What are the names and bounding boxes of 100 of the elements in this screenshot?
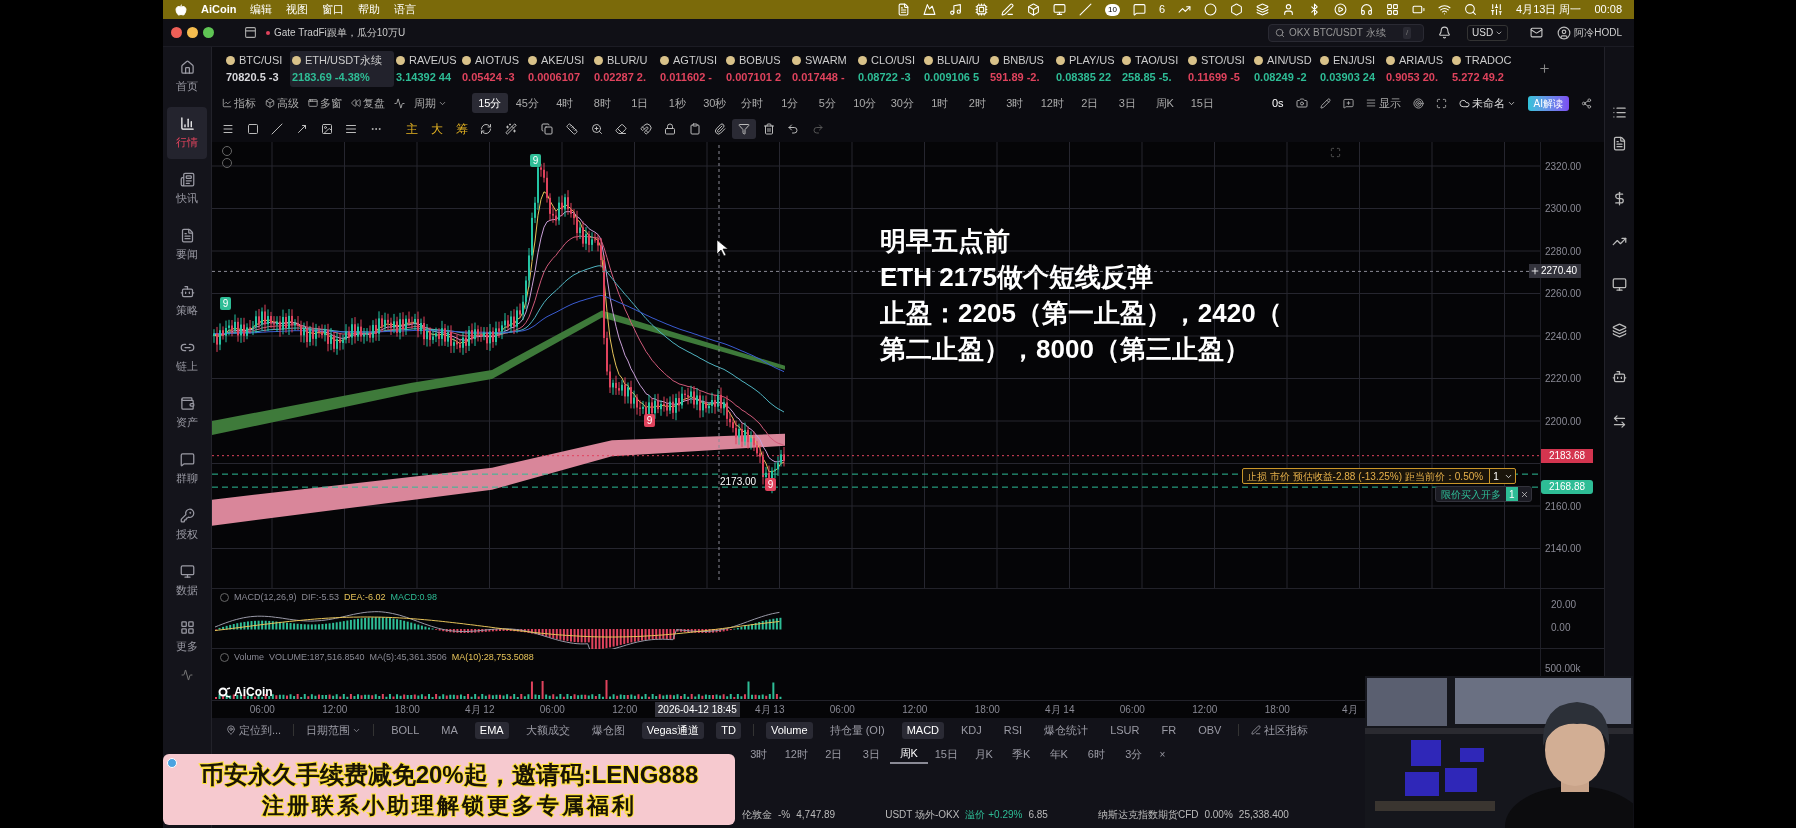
indicator-tab[interactable]: 持仓量 (OI)	[824, 721, 890, 739]
fullscreen-icon[interactable]	[1435, 97, 1447, 109]
play-icon[interactable]	[1334, 3, 1348, 16]
period-tab[interactable]: 年K	[1040, 744, 1078, 764]
close-icon[interactable]	[1519, 489, 1529, 499]
sidebar-item[interactable]: 策略	[167, 275, 207, 327]
person-icon[interactable]	[1282, 3, 1296, 16]
ticker-item[interactable]: AKE/USI 0.0006107	[526, 50, 592, 87]
period-tab[interactable]: 4时	[547, 93, 583, 113]
period-tab[interactable]: 30秒	[697, 93, 733, 113]
rectangle-icon[interactable]	[246, 123, 259, 135]
toolbar-button[interactable]: 指标	[222, 94, 256, 112]
period-tab[interactable]: 3时	[740, 744, 778, 764]
toolbar-button[interactable]: 高级	[265, 94, 299, 112]
period-tab[interactable]: 8时	[584, 93, 620, 113]
ticker-item[interactable]: RAVE/US 3.14392 44	[394, 50, 460, 87]
layers-icon[interactable]	[1256, 3, 1270, 16]
period-tab[interactable]: 6时	[1077, 744, 1115, 764]
copy-icon[interactable]	[541, 123, 554, 135]
ticker-item[interactable]: STO/USI 0.11699 -5	[1186, 50, 1252, 87]
lock-icon[interactable]	[664, 123, 677, 135]
period-tab[interactable]: 3日	[1109, 93, 1145, 113]
avatar-icon[interactable]	[1557, 25, 1572, 40]
maximize-window-button[interactable]	[203, 27, 214, 38]
period-tab[interactable]: 1分	[772, 93, 808, 113]
period-tab[interactable]: 15日	[1184, 93, 1220, 113]
ticker-item[interactable]: BLUR/U 0.02287 2.	[592, 50, 658, 87]
swap-icon[interactable]	[1612, 414, 1627, 429]
period-tab[interactable]: 15日	[927, 744, 965, 764]
document-icon[interactable]	[1612, 136, 1627, 151]
toolbar-button[interactable]: 多窗	[308, 94, 342, 112]
indicator-tab[interactable]: RSI	[998, 721, 1028, 739]
period-tab[interactable]: 3时	[997, 93, 1033, 113]
ticker-item[interactable]: AIOT/US 0.05424 -3	[460, 50, 526, 87]
slash-icon[interactable]	[1079, 3, 1092, 16]
period-tab[interactable]: 2日	[815, 744, 853, 764]
indicator-tab[interactable]: TD	[716, 721, 741, 739]
sidebar-item[interactable]: 授权	[167, 499, 207, 551]
wave-icon[interactable]	[181, 669, 193, 681]
indicator-tab[interactable]: KDJ	[956, 721, 987, 739]
close-button[interactable]: ×	[1152, 746, 1173, 762]
menu-icon[interactable]	[222, 123, 235, 135]
target-icon[interactable]	[1412, 97, 1424, 109]
camera-icon[interactable]	[1295, 97, 1308, 109]
period-tab[interactable]: 12时	[777, 744, 815, 764]
toolbar-button[interactable]: 复盘	[351, 94, 385, 112]
menu-item[interactable]: 视图	[286, 1, 309, 18]
ticker-item[interactable]: ARIA/US 0.9053 20.	[1384, 50, 1450, 87]
ticker-item[interactable]: BLUAI/U 0.009106 5	[922, 50, 988, 87]
user-name[interactable]: 阿冷HODL	[1574, 25, 1622, 40]
period-tab[interactable]: 45分	[509, 93, 545, 113]
currency-dropdown[interactable]: USD	[1467, 24, 1509, 41]
search-icon[interactable]	[1464, 3, 1478, 16]
monitor-icon[interactable]	[1053, 3, 1066, 16]
period-tab[interactable]: 1时	[922, 93, 958, 113]
period-tab[interactable]: 5分	[809, 93, 845, 113]
ticker-item[interactable]: TAO/USI 258.85 -5.	[1120, 50, 1186, 87]
indicator-tab[interactable]: BOLL	[386, 721, 425, 739]
hexagon-icon[interactable]	[1230, 3, 1244, 16]
period-tab[interactable]: 季K	[1002, 744, 1040, 764]
limit-order-bar[interactable]: 限价买入开多 1	[1435, 486, 1532, 502]
sidebar-item[interactable]: 首页	[167, 51, 207, 103]
wand-icon[interactable]	[504, 123, 517, 135]
period-tab[interactable]: 2日	[1072, 93, 1108, 113]
period-tab[interactable]: 周K	[890, 744, 928, 764]
indicator-tab[interactable]: EMA	[474, 721, 509, 739]
list-icon[interactable]	[1612, 105, 1627, 120]
period-dropdown[interactable]: 周期	[414, 94, 447, 112]
chip-icon[interactable]	[975, 3, 988, 16]
image-icon[interactable]	[320, 123, 333, 135]
menu-item[interactable]: 编辑	[250, 1, 273, 18]
headphones-icon[interactable]	[1360, 3, 1374, 16]
undo-icon[interactable]	[787, 123, 800, 135]
period-tab[interactable]: 2时	[959, 93, 995, 113]
indicator-tab[interactable]: FR	[1156, 721, 1182, 739]
chip-mark-button[interactable]: 筹	[449, 120, 474, 138]
menu-item[interactable]: 窗口	[322, 1, 345, 18]
period-tab[interactable]: 30分	[884, 93, 920, 113]
tab-icon[interactable]	[244, 26, 257, 39]
period-tab[interactable]: 分时	[734, 93, 770, 113]
period-tab[interactable]: 12时	[1034, 93, 1070, 113]
period-tab[interactable]: 1日	[622, 93, 658, 113]
period-tab[interactable]: 15分	[472, 93, 508, 113]
wifi-icon[interactable]	[1438, 3, 1452, 16]
ticker-item[interactable]: PLAY/US 0.08385 22	[1054, 50, 1120, 87]
battery-icon[interactable]	[1412, 3, 1426, 16]
redo-icon[interactable]	[811, 123, 824, 135]
refresh-icon[interactable]	[480, 123, 493, 135]
period-tab[interactable]: 1秒	[659, 93, 695, 113]
indicator-tab[interactable]: MA	[436, 721, 463, 739]
indicator-tab[interactable]: OBV	[1193, 721, 1227, 739]
display-button[interactable]: 显示	[1365, 94, 1401, 112]
indicator-tab[interactable]: MACD	[901, 721, 944, 739]
sidebar-item[interactable]: 行情	[167, 107, 207, 159]
control-center-icon[interactable]	[1490, 3, 1504, 16]
sidebar-item[interactable]: 要闻	[167, 219, 207, 271]
ticker-item[interactable]: AIN/USD 0.08249 -2	[1252, 50, 1318, 87]
minimize-window-button[interactable]	[187, 27, 198, 38]
period-tab[interactable]: 3分	[1115, 744, 1153, 764]
ruler-icon[interactable]	[566, 123, 578, 135]
